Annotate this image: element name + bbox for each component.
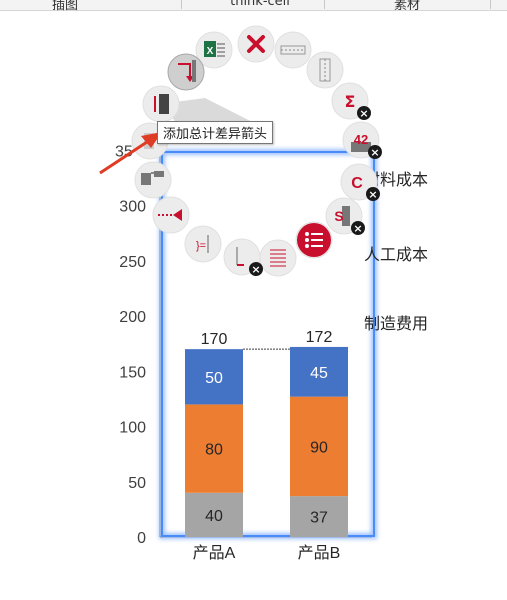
remove-badge-glyph: × — [370, 146, 379, 159]
svg-text:Σ: Σ — [345, 92, 356, 111]
remove-badge-glyph: × — [359, 107, 368, 120]
remove-badge-glyph: × — [368, 188, 377, 201]
remove-badge-glyph: × — [353, 222, 362, 235]
data-labels-icon[interactable] — [259, 239, 297, 277]
y-tick-label: 300 — [119, 199, 146, 216]
data-label[interactable]: 37 — [310, 510, 328, 527]
series-label[interactable]: 制造费用 — [364, 315, 428, 333]
y-tick-label: 50 — [128, 475, 146, 492]
value-axis-icon[interactable]: × — [223, 238, 263, 276]
menu-item-label: 42 — [354, 132, 368, 147]
remove-badge-glyph: × — [251, 263, 260, 276]
x-category-label: 产品A — [193, 544, 236, 562]
legend-icon[interactable] — [295, 221, 333, 259]
total-difference-arrow-icon[interactable] — [142, 85, 180, 123]
total-label[interactable]: 172 — [306, 329, 333, 346]
difference-arrow-icon[interactable] — [152, 196, 190, 234]
level-difference-arrow-icon[interactable] — [167, 53, 205, 91]
vertical-spacing-icon[interactable] — [306, 51, 344, 89]
y-tick-label: 100 — [119, 420, 146, 437]
data-label[interactable]: 90 — [310, 439, 328, 456]
svg-text:X: X — [207, 46, 214, 57]
y-tick-label: 250 — [119, 254, 146, 271]
y-tick-label: 200 — [119, 309, 146, 326]
horizontal-spacing-icon[interactable] — [274, 31, 312, 69]
svg-text:}=: }= — [196, 240, 206, 252]
total-label-icon[interactable]: 42× — [342, 121, 382, 159]
vertical-ruler-icon[interactable]: }= — [184, 225, 222, 263]
menu-button-bg — [306, 51, 344, 89]
chart-canvas: 05010015020025030035408050170产品A37904517… — [99, 25, 428, 562]
sum-icon[interactable]: Σ× — [331, 82, 371, 120]
menu-button-bg — [134, 161, 172, 199]
y-tick-label: 0 — [137, 530, 146, 547]
data-label[interactable]: 50 — [205, 370, 223, 387]
connector-line-icon[interactable] — [134, 161, 172, 199]
total-label[interactable]: 170 — [201, 331, 228, 348]
series-label-icon[interactable]: S× — [325, 197, 365, 235]
menu-button-bg — [167, 53, 205, 91]
data-label[interactable]: 40 — [205, 508, 223, 525]
data-label[interactable]: 80 — [205, 442, 223, 459]
y-tick-label: 150 — [119, 364, 146, 381]
tooltip: 添加总计差异箭头 — [157, 121, 274, 144]
x-category-label: 产品B — [298, 544, 341, 562]
menu-item-label: C — [351, 175, 363, 192]
data-label[interactable]: 45 — [310, 365, 328, 382]
menu-item-label: S — [334, 208, 343, 224]
delete-icon[interactable] — [237, 25, 275, 63]
series-label[interactable]: 人工成本 — [364, 246, 428, 264]
